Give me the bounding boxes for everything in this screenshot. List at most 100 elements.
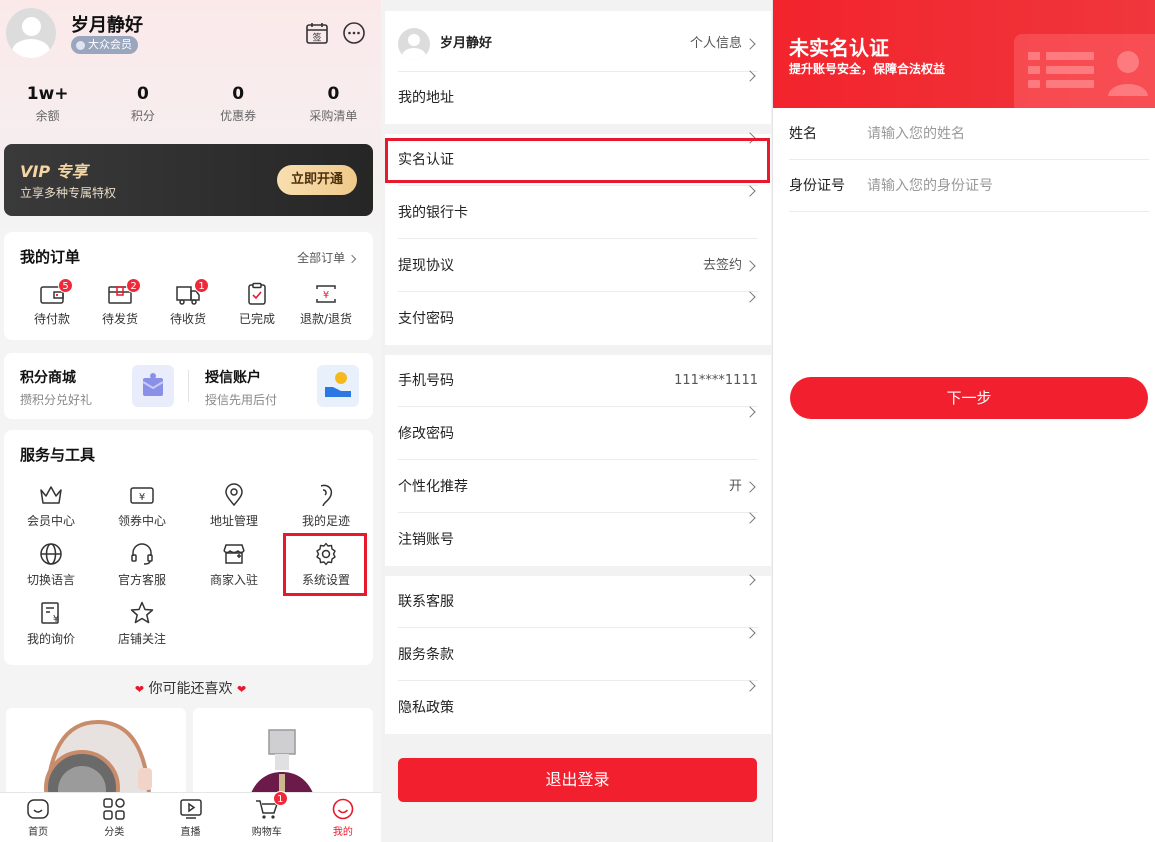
service-customer-support[interactable]: 官方客服 <box>107 541 177 588</box>
settings-row-personalized[interactable]: 个性化推荐 开 <box>398 461 758 513</box>
service-my-inquiry[interactable]: ¥ 我的询价 <box>16 600 86 647</box>
points-mall-title: 积分商城 <box>20 370 76 386</box>
order-pending-shipment[interactable]: 2 待发货 <box>85 278 155 327</box>
settings-row-profile[interactable]: 岁月静好 个人信息 <box>398 16 758 72</box>
row-label: 服务条款 <box>398 647 454 663</box>
settings-row-right <box>744 574 758 586</box>
settings-row-real-name[interactable]: 实名认证 <box>398 132 758 186</box>
order-pending-receipt[interactable]: 1 待收货 <box>153 278 223 327</box>
stat-value: 1w+ <box>26 84 69 104</box>
chevron-right-icon <box>744 680 756 692</box>
settings-row-change-password[interactable]: 修改密码 <box>398 406 758 460</box>
order-pending-payment[interactable]: 5 待付款 <box>17 278 87 327</box>
member-level-badge[interactable]: 大众会员 <box>71 36 138 54</box>
service-label: 商家入驻 <box>209 573 258 587</box>
store-icon <box>223 544 245 564</box>
settings-row-right <box>744 627 758 639</box>
settings-row-address[interactable]: 我的地址 <box>398 70 758 124</box>
home-icon <box>27 799 49 819</box>
tab-label: 分类 <box>104 827 125 838</box>
star-icon <box>130 601 154 624</box>
settings-row-phone[interactable]: 手机号码 111****1111 <box>398 355 758 407</box>
chevron-right-icon <box>744 406 756 418</box>
stat-balance[interactable]: 1w+ 余额 <box>0 84 95 124</box>
settings-row-contact-service[interactable]: 联系客服 <box>398 574 758 628</box>
credit-account-subtitle: 授信先用后付 <box>205 393 278 407</box>
order-completed[interactable]: 已完成 <box>222 282 292 327</box>
tab-category[interactable]: 分类 <box>76 793 152 842</box>
recommend-title-label: 你可能还喜欢 <box>148 681 233 697</box>
profile-icon <box>332 798 354 820</box>
avatar[interactable] <box>6 8 56 58</box>
credit-account-icon <box>317 365 359 407</box>
tab-cart[interactable]: 1 购物车 <box>229 791 305 842</box>
withdraw-sign-label: 去签约 <box>702 258 742 273</box>
chevron-right-icon <box>744 70 756 82</box>
chevron-right-icon <box>744 512 756 524</box>
stat-coupons[interactable]: 0 优惠券 <box>191 84 286 124</box>
message-icon[interactable] <box>342 21 368 47</box>
settings-row-right <box>744 70 758 82</box>
stat-label: 余额 <box>35 109 60 123</box>
phone-number-value: 111****1111 <box>674 373 758 388</box>
service-address[interactable]: 地址管理 <box>199 482 269 529</box>
settings-row-bank-card[interactable]: 我的银行卡 <box>398 185 758 239</box>
service-label: 切换语言 <box>26 573 75 587</box>
gear-icon <box>316 542 336 566</box>
vip-subtitle: 立享多种专属特权 <box>20 186 117 200</box>
id-card-illustration-icon <box>1014 34 1155 108</box>
settings-panel: 岁月静好 个人信息 我的地址 实名认证 我的银行卡 提现协议 去签约 支付密码 … <box>382 0 771 842</box>
service-coupon-center[interactable]: ¥ 领券中心 <box>107 482 177 529</box>
bottom-tabbar: 首页 分类 直播 1 购物车 我的 <box>0 791 381 842</box>
points-mall-subtitle: 攒积分兑好礼 <box>20 393 93 407</box>
row-label: 联系客服 <box>398 594 454 610</box>
service-shop-follow[interactable]: 店铺关注 <box>107 600 177 647</box>
service-member-center[interactable]: 会员中心 <box>16 482 86 529</box>
row-label: 支付密码 <box>398 311 454 327</box>
heart-icon: ❤ <box>134 683 145 696</box>
order-refund[interactable]: ¥ 退款/退货 <box>291 282 361 327</box>
row-label: 我的银行卡 <box>398 205 468 221</box>
service-merchant-join[interactable]: 商家入驻 <box>199 541 269 588</box>
chevron-right-icon <box>744 185 756 197</box>
stat-points[interactable]: 0 积分 <box>95 84 190 124</box>
settings-row-right: 开 <box>729 461 758 513</box>
tab-live[interactable]: 直播 <box>152 793 228 842</box>
crown-icon <box>40 486 62 504</box>
clipboard-check-icon <box>248 282 266 305</box>
logout-button[interactable]: 退出登录 <box>398 758 757 802</box>
headset-icon <box>131 543 153 565</box>
vip-open-button[interactable]: 立即开通 <box>277 165 357 195</box>
service-label: 系统设置 <box>301 573 350 587</box>
chevron-right-icon <box>744 481 756 493</box>
settings-row-privacy[interactable]: 隐私政策 <box>398 680 758 734</box>
id-number-input[interactable] <box>867 172 1137 200</box>
globe-icon <box>40 543 62 565</box>
settings-row-cancel-account[interactable]: 注销账号 <box>398 512 758 566</box>
orders-card: 我的订单 全部订单 5 待付款 2 待发货 1 待收货 已完成 ¥ 退款/退货 <box>4 232 373 340</box>
service-footprint[interactable]: 我的足迹 <box>291 482 361 529</box>
settings-row-right <box>744 291 758 303</box>
profile-stats: 1w+ 余额 0 积分 0 优惠券 0 采购清单 <box>0 84 381 124</box>
calendar-signin-icon[interactable]: 签 <box>305 21 331 47</box>
tab-mine[interactable]: 我的 <box>305 793 381 842</box>
points-mall-entry[interactable]: 积分商城 攒积分兑好礼 <box>4 353 188 419</box>
profile-panel: 岁月静好 大众会员 签 1w+ 余额 0 积分 0 优惠券 0 采购清单 VIP 专享 … <box>0 0 381 842</box>
service-system-settings[interactable]: 系统设置 <box>291 541 361 588</box>
tab-home[interactable]: 首页 <box>0 793 76 842</box>
vip-banner[interactable]: VIP 专享 立享多种专属特权 立即开通 <box>4 144 373 216</box>
credit-account-entry[interactable]: 授信账户 授信先用后付 <box>189 353 373 419</box>
settings-row-right: 去签约 <box>703 240 758 292</box>
orders-title: 我的订单 <box>20 248 81 266</box>
settings-row-withdraw-agreement[interactable]: 提现协议 去签约 <box>398 240 758 292</box>
settings-row-pay-password[interactable]: 支付密码 <box>398 291 758 345</box>
settings-row-terms[interactable]: 服务条款 <box>398 627 758 681</box>
cart-badge: 1 <box>272 791 288 806</box>
service-language[interactable]: 切换语言 <box>16 541 86 588</box>
name-field-row: 姓名 <box>789 108 1149 160</box>
stat-purchase-list[interactable]: 0 采购清单 <box>286 84 381 124</box>
next-step-button[interactable]: 下一步 <box>790 377 1148 419</box>
all-orders-link[interactable]: 全部订单 <box>297 249 359 266</box>
row-label: 个性化推荐 <box>398 479 468 495</box>
name-input[interactable] <box>867 120 1137 148</box>
